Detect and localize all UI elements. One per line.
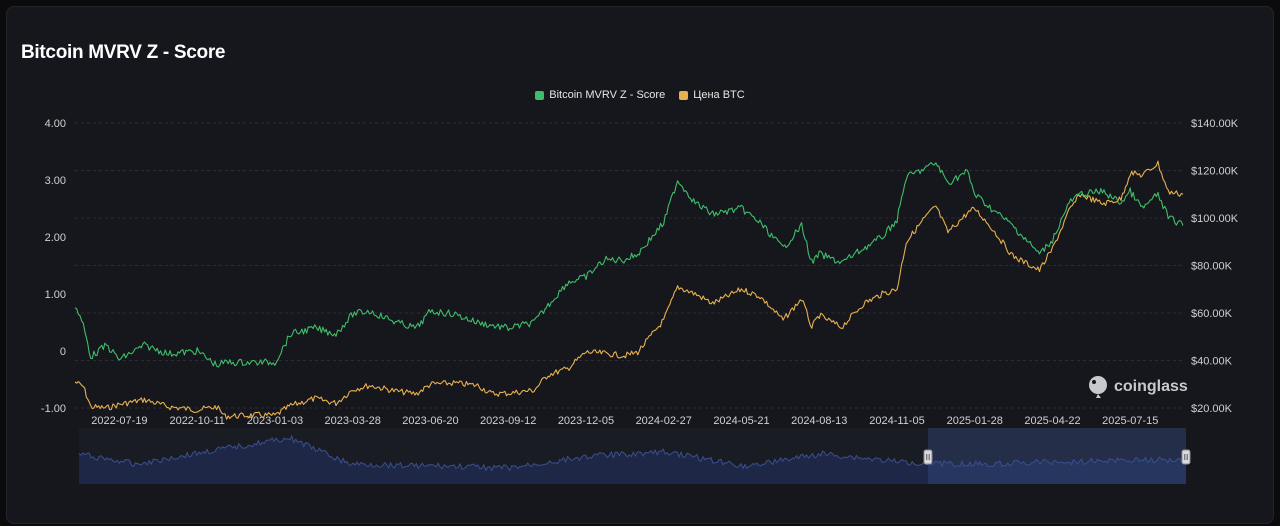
x-tick-label: 2023-09-12 xyxy=(480,415,536,427)
chart-svg: $140.00K $120.00K $100.00K $80.00K $60.00K $4… xyxy=(41,118,1239,484)
navigator-handle-right[interactable] xyxy=(1181,449,1191,465)
coinglass-logo-icon xyxy=(1089,376,1107,398)
y-right-tick-label: $40.00K xyxy=(1191,356,1233,368)
zscore-series-line xyxy=(74,162,1184,368)
x-tick-label: 2024-02-27 xyxy=(636,415,692,427)
x-tick-label: 2025-07-15 xyxy=(1102,415,1158,427)
watermark-text: coinglass xyxy=(1114,378,1188,395)
x-tick-label: 2022-10-11 xyxy=(169,415,224,427)
x-tick-label: 2024-08-13 xyxy=(791,415,847,427)
x-tick-label: 2025-04-22 xyxy=(1024,415,1080,427)
x-tick-label: 2022-07-19 xyxy=(91,415,147,427)
x-tick-label: 2023-06-20 xyxy=(402,415,458,427)
x-tick-label: 2024-05-21 xyxy=(713,415,769,427)
y-right-tick-label: $60.00K xyxy=(1191,308,1233,320)
x-tick-label: 2025-01-28 xyxy=(947,415,1003,427)
y-right-tick-label: $80.00K xyxy=(1191,261,1233,273)
x-tick-label: 2024-11-05 xyxy=(869,415,924,427)
y-left-tick-label: 0 xyxy=(60,346,66,358)
y-left-tick-label: 3.00 xyxy=(45,175,66,187)
y-right-tick-label: $120.00K xyxy=(1191,166,1239,178)
y-right-tick-label: $100.00K xyxy=(1191,213,1239,225)
y-left-tick-label: 4.00 xyxy=(45,118,66,130)
navigator-selection xyxy=(927,428,1186,484)
y-left-tick-label: -1.00 xyxy=(41,403,66,415)
x-tick-label: 2023-01-03 xyxy=(247,415,303,427)
y-left-tick-label: 1.00 xyxy=(45,289,66,301)
y-right-tick-label: $20.00K xyxy=(1191,403,1233,415)
x-tick-label: 2023-03-28 xyxy=(325,415,381,427)
price-series-line xyxy=(74,160,1184,420)
y-right-tick-label: $140.00K xyxy=(1191,118,1239,130)
x-tick-label: 2023-12-05 xyxy=(558,415,614,427)
navigator-handle-left[interactable] xyxy=(923,449,933,465)
y-left-tick-label: 2.00 xyxy=(45,232,66,244)
